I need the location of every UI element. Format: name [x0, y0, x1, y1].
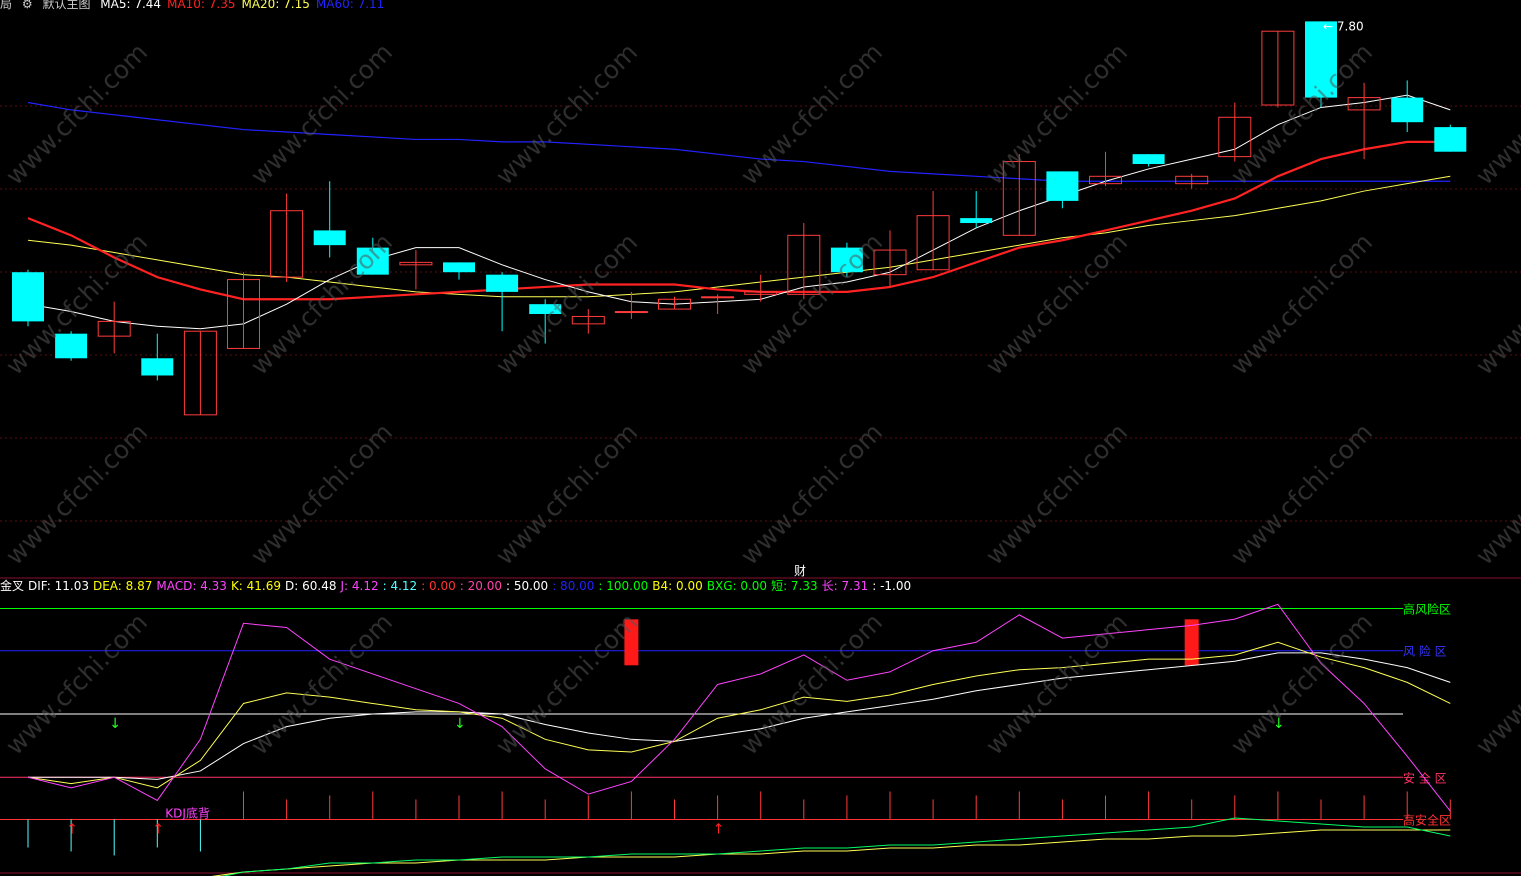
ma5-line	[27, 94, 1451, 330]
down-arrow-icon: ↓	[109, 716, 121, 732]
zone-label: 安 全 区	[1403, 770, 1447, 785]
candle-down	[1132, 154, 1165, 165]
k-line	[27, 641, 1451, 789]
candle-down	[960, 218, 993, 224]
down-arrow-icon: ↓	[454, 716, 466, 732]
kdj-divergence-label: KDJ底背	[165, 805, 210, 820]
zone-label: 高风险区	[1403, 602, 1451, 617]
j-line	[27, 603, 1451, 812]
candle-down	[486, 274, 519, 292]
candle-down	[141, 358, 174, 376]
candle-down	[313, 230, 346, 246]
candle-up	[701, 296, 735, 299]
ma20-line	[27, 175, 1451, 298]
short-line	[221, 817, 1451, 876]
candle-down	[12, 272, 44, 322]
candle-down	[1391, 97, 1424, 123]
candle-down	[443, 262, 475, 273]
max-price-label: ← 7.80	[1323, 19, 1364, 33]
d-line	[28, 652, 1451, 780]
zone-label: 高安全区	[1403, 812, 1451, 827]
up-arrow-icon: ↑	[713, 821, 725, 837]
candle-up	[614, 311, 648, 314]
zone-label: 风 险 区	[1403, 644, 1447, 659]
finance-marker: 财	[794, 564, 806, 578]
candle-down	[1434, 127, 1467, 152]
up-arrow-icon: ↑	[66, 821, 78, 837]
candle-down	[1046, 171, 1079, 201]
up-arrow-icon: ↑	[152, 821, 164, 837]
